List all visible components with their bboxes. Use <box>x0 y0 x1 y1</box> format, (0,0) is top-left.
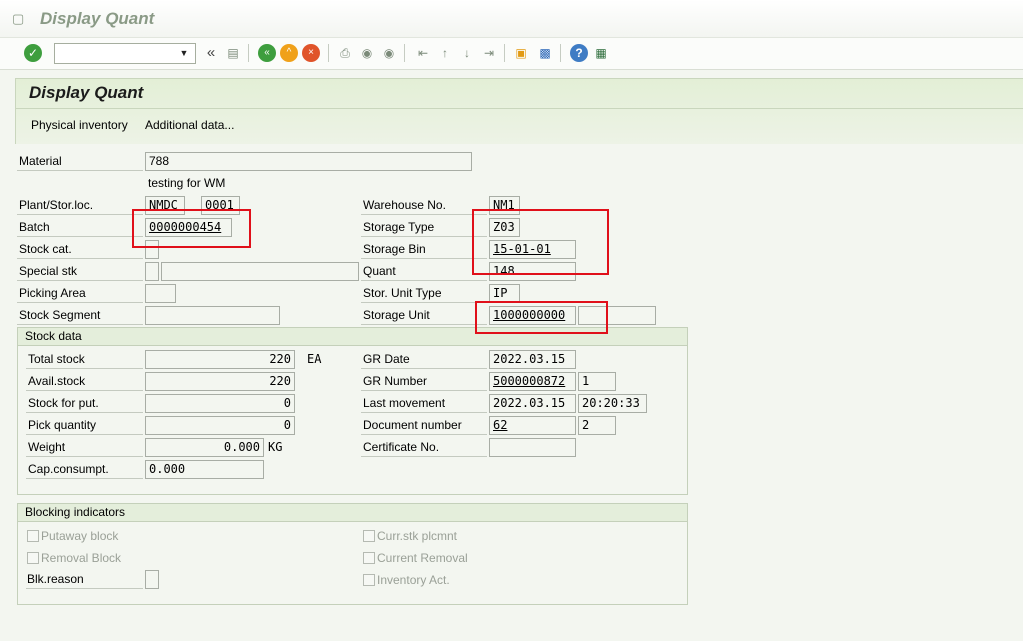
weight-field[interactable]: 0.000 <box>145 438 264 457</box>
total-stock-field[interactable]: 220 <box>145 350 295 369</box>
customize-icon[interactable]: ▦ <box>592 44 610 62</box>
prev-page-icon[interactable]: ↑ <box>436 44 454 62</box>
highlight-batch <box>132 209 251 248</box>
last-movement-label: Last movement <box>363 396 446 410</box>
current-removal-label: Current Removal <box>377 551 468 565</box>
inventory-active-label: Inventory Act. <box>377 573 450 587</box>
pick-quantity-label: Pick quantity <box>28 418 97 432</box>
warehouse-label: Warehouse No. <box>363 198 446 212</box>
menu-additional-data[interactable]: Additional data... <box>145 118 234 132</box>
create-session-icon[interactable]: ▣ <box>512 44 530 62</box>
special-stock-field[interactable] <box>145 262 159 281</box>
gr-number-label: GR Number <box>363 374 428 388</box>
shortcut-icon[interactable]: ▩ <box>536 44 554 62</box>
special-stock-number-field[interactable] <box>161 262 359 281</box>
current-removal-checkbox[interactable] <box>363 552 375 564</box>
print-icon[interactable]: ⎙ <box>336 44 354 62</box>
weight-label: Weight <box>28 440 66 454</box>
total-stock-unit: EA <box>307 352 322 366</box>
cancel-icon[interactable]: × <box>302 44 320 62</box>
exit-icon[interactable]: ^ <box>280 44 298 62</box>
save-icon[interactable]: ▤ <box>224 44 242 62</box>
gr-number-item-field[interactable]: 1 <box>578 372 616 391</box>
gr-number-field[interactable]: 5000000872 <box>489 372 576 391</box>
last-page-icon[interactable]: ⇥ <box>480 44 498 62</box>
storage-unit-label: Storage Unit <box>363 308 430 322</box>
removal-block-label: Removal Block <box>41 551 122 565</box>
next-page-icon[interactable]: ↓ <box>458 44 476 62</box>
putaway-block-label: Putaway block <box>41 529 119 543</box>
avail-stock-label: Avail.stock <box>28 374 86 388</box>
document-item-field[interactable]: 2 <box>578 416 616 435</box>
storage-bin-label: Storage Bin <box>363 242 426 256</box>
back-icon[interactable]: « <box>258 44 276 62</box>
blocking-indicators-title: Blocking indicators <box>18 504 687 522</box>
highlight-storage-unit <box>475 301 608 334</box>
avail-stock-field[interactable]: 220 <box>145 372 295 391</box>
block-reason-field[interactable] <box>145 570 159 589</box>
capacity-consumption-label: Cap.consumpt. <box>28 462 109 476</box>
stock-for-put-field[interactable]: 0 <box>145 394 295 413</box>
plant-label: Plant/Stor.loc. <box>19 198 94 212</box>
special-stock-label: Special stk <box>19 264 78 278</box>
command-field[interactable] <box>54 43 196 64</box>
material-label: Material <box>19 154 62 168</box>
current-stock-placement-label: Curr.stk plcmnt <box>377 529 458 543</box>
storage-type-label: Storage Type <box>363 220 435 234</box>
picking-area-label: Picking Area <box>19 286 86 300</box>
page-title: Display Quant <box>29 83 144 102</box>
gr-date-label: GR Date <box>363 352 410 366</box>
putaway-block-checkbox[interactable] <box>27 530 39 542</box>
stock-for-put-label: Stock for put. <box>28 396 99 410</box>
certificate-field[interactable] <box>489 438 576 457</box>
inventory-active-checkbox[interactable] <box>363 574 375 586</box>
document-number-field[interactable]: 62 <box>489 416 576 435</box>
screen-header <box>15 78 1023 144</box>
removal-block-checkbox[interactable] <box>27 552 39 564</box>
pick-quantity-field[interactable]: 0 <box>145 416 295 435</box>
last-movement-date-field[interactable]: 2022.03.15 <box>489 394 576 413</box>
standard-toolbar: ✓ ▼ « ▤ « ^ × ⎙ ◉ ◉ ⇤ ↑ ↓ ⇥ ▣ ▩ ? ▦ <box>0 38 1023 70</box>
total-stock-label: Total stock <box>28 352 85 366</box>
menu-physical-inventory[interactable]: Physical inventory <box>31 118 128 132</box>
last-movement-time-field[interactable]: 20:20:33 <box>578 394 647 413</box>
stock-segment-field[interactable] <box>145 306 280 325</box>
first-page-icon[interactable]: ⇤ <box>414 44 432 62</box>
certificate-label: Certificate No. <box>363 440 440 454</box>
find-next-icon[interactable]: ◉ <box>380 44 398 62</box>
stock-category-label: Stock cat. <box>19 242 72 256</box>
back-double-icon[interactable]: « <box>202 44 220 62</box>
picking-area-field[interactable] <box>145 284 176 303</box>
stock-segment-label: Stock Segment <box>19 308 101 322</box>
help-icon[interactable]: ? <box>570 44 588 62</box>
window-title: Display Quant <box>40 9 155 28</box>
batch-label: Batch <box>19 220 50 234</box>
gr-date-field[interactable]: 2022.03.15 <box>489 350 576 369</box>
highlight-storage-type-bin <box>472 209 609 275</box>
weight-unit: KG <box>268 440 283 454</box>
current-stock-placement-checkbox[interactable] <box>363 530 375 542</box>
quant-label: Quant <box>363 264 396 278</box>
material-description: testing for WM <box>148 176 226 190</box>
document-number-label: Document number <box>363 418 462 432</box>
storage-unit-type-label: Stor. Unit Type <box>363 286 442 300</box>
block-reason-label: Blk.reason <box>27 572 84 586</box>
find-icon[interactable]: ◉ <box>358 44 376 62</box>
enter-icon[interactable]: ✓ <box>24 44 42 62</box>
transaction-icon: ▢ <box>12 11 25 26</box>
chevron-down-icon[interactable]: ▼ <box>178 47 190 59</box>
header-divider <box>15 108 1023 109</box>
material-field[interactable]: 788 <box>145 152 472 171</box>
capacity-consumption-field[interactable]: 0.000 <box>145 460 264 479</box>
